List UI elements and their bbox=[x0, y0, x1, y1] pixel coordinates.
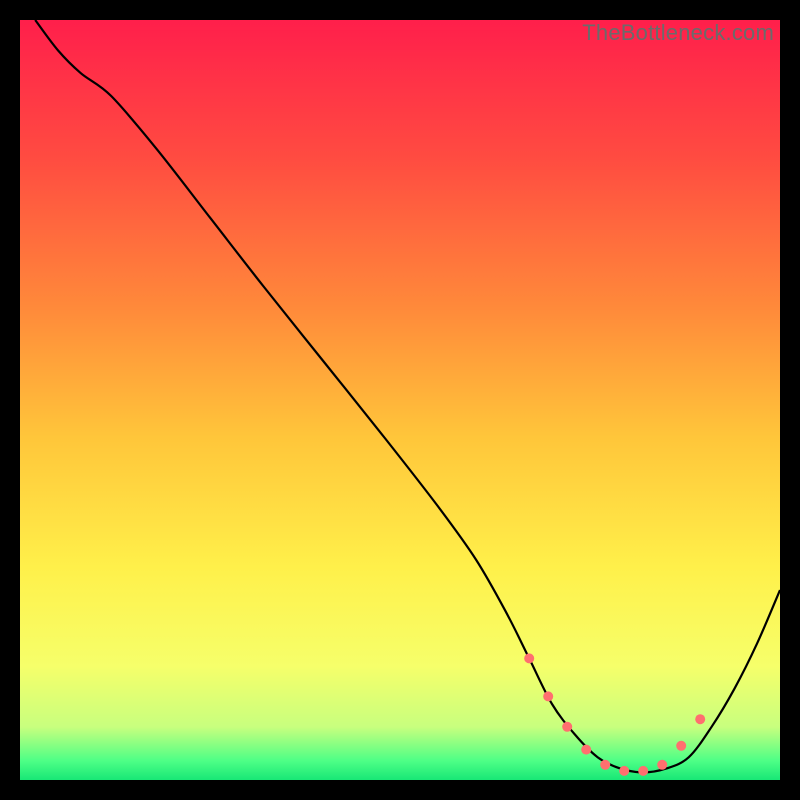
gradient-background bbox=[20, 20, 780, 780]
marker-dot bbox=[676, 741, 686, 751]
chart-svg bbox=[20, 20, 780, 780]
marker-dot bbox=[562, 722, 572, 732]
marker-dot bbox=[543, 691, 553, 701]
chart-frame: TheBottleneck.com bbox=[20, 20, 780, 780]
marker-dot bbox=[638, 766, 648, 776]
watermark-text: TheBottleneck.com bbox=[582, 20, 774, 46]
marker-dot bbox=[600, 760, 610, 770]
marker-dot bbox=[619, 766, 629, 776]
marker-dot bbox=[657, 760, 667, 770]
marker-dot bbox=[524, 653, 534, 663]
marker-dot bbox=[695, 714, 705, 724]
marker-dot bbox=[581, 745, 591, 755]
